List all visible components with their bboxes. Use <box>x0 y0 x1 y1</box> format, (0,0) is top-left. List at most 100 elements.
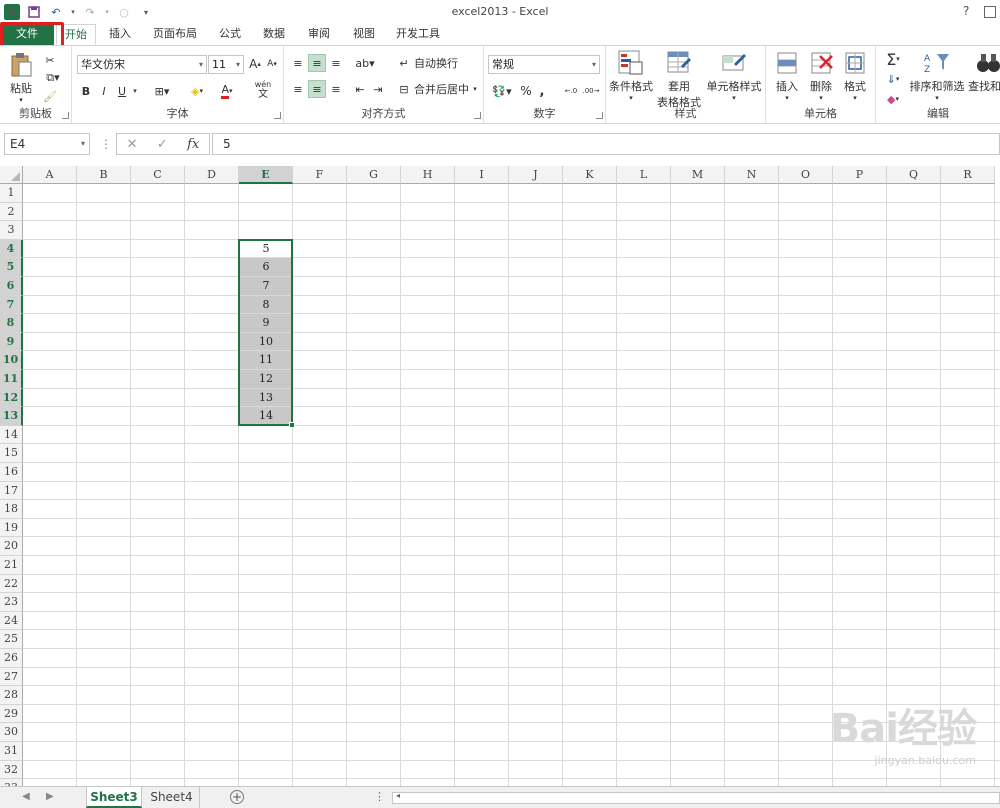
tab-file[interactable]: 文件 <box>0 24 54 45</box>
cell-e7[interactable]: 8 <box>240 295 292 314</box>
wrap-text-icon[interactable]: ↵ <box>396 54 412 72</box>
format-as-table-button[interactable]: 套用 表格格式 <box>654 50 704 110</box>
cell-e12[interactable]: 13 <box>240 388 292 407</box>
align-top-icon[interactable]: ≡ <box>290 54 306 72</box>
row-header-28[interactable]: 28 <box>0 686 23 705</box>
cell-e8[interactable]: 9 <box>240 314 292 332</box>
cancel-icon[interactable]: ✕ <box>127 137 138 152</box>
row-header-17[interactable]: 17 <box>0 481 23 501</box>
row-header-4[interactable]: 4 <box>0 239 23 259</box>
column-header-f[interactable]: F <box>293 166 347 184</box>
underline-dropdown-icon[interactable]: ▾ <box>130 82 140 100</box>
cell-e10[interactable]: 11 <box>240 351 292 369</box>
underline-button[interactable]: U <box>114 82 130 100</box>
row-header-15[interactable]: 15 <box>0 444 23 463</box>
paste-button[interactable]: 粘贴 ▾ <box>6 52 36 104</box>
align-right-icon[interactable]: ≡ <box>328 80 344 98</box>
row-header-16[interactable]: 16 <box>0 463 23 482</box>
sort-filter-button[interactable]: AZ 排序和筛选 ▾ <box>906 50 968 102</box>
sheet-next-icon[interactable]: ▶ <box>46 791 54 802</box>
cut-icon[interactable]: ✂ <box>42 52 58 68</box>
orientation-icon[interactable]: ab▾ <box>352 54 378 72</box>
merge-center-icon[interactable]: ⊟ <box>396 80 412 98</box>
row-header-1[interactable]: 1 <box>0 184 23 203</box>
clipboard-launcher-icon[interactable] <box>62 112 69 119</box>
cell-e4[interactable]: 5 <box>240 240 292 258</box>
percent-style-button[interactable]: % <box>518 82 534 100</box>
column-header-j[interactable]: J <box>509 166 563 184</box>
row-header-23[interactable]: 23 <box>0 593 23 612</box>
row-header-31[interactable]: 31 <box>0 742 23 761</box>
tab-home[interactable]: 开始 <box>56 24 96 45</box>
row-header-24[interactable]: 24 <box>0 611 23 631</box>
decrease-indent-icon[interactable]: ⇤ <box>352 80 368 98</box>
insert-function-icon[interactable]: fx <box>187 137 199 152</box>
borders-icon[interactable]: ⊞▾ <box>150 82 174 100</box>
row-header-3[interactable]: 3 <box>0 221 23 240</box>
row-header-20[interactable]: 20 <box>0 537 23 556</box>
formula-input[interactable]: 5 <box>212 133 1000 155</box>
column-header-l[interactable]: L <box>617 166 671 184</box>
align-bottom-icon[interactable]: ≡ <box>328 54 344 72</box>
number-launcher-icon[interactable] <box>596 112 603 119</box>
merge-dropdown-icon[interactable]: ▾ <box>470 80 480 98</box>
cell-e5[interactable]: 6 <box>240 258 292 276</box>
tab-data[interactable]: 数据 <box>254 24 294 45</box>
enter-icon[interactable]: ✓ <box>157 137 168 152</box>
phonetic-guide-icon[interactable]: wén 文 <box>250 76 276 104</box>
tab-page-layout[interactable]: 页面布局 <box>146 24 204 45</box>
column-header-p[interactable]: P <box>833 166 887 184</box>
scroll-left-icon[interactable]: ◂ <box>396 791 400 800</box>
select-all-button[interactable] <box>0 166 23 184</box>
alignment-launcher-icon[interactable] <box>474 112 481 119</box>
row-header-21[interactable]: 21 <box>0 556 23 575</box>
column-header-a[interactable]: A <box>23 166 77 184</box>
fill-handle[interactable] <box>289 421 295 428</box>
shrink-font-button[interactable]: A ▾ <box>265 55 279 73</box>
tab-insert[interactable]: 插入 <box>100 24 140 45</box>
column-header-d[interactable]: D <box>185 166 239 184</box>
conditional-formatting-button[interactable]: 条件格式 ▾ <box>608 50 654 102</box>
font-size-combo[interactable]: 11 ▾ <box>208 55 244 74</box>
column-header-k[interactable]: K <box>563 166 617 184</box>
font-launcher-icon[interactable] <box>274 112 281 119</box>
row-header-2[interactable]: 2 <box>0 202 23 222</box>
row-header-19[interactable]: 19 <box>0 518 23 538</box>
find-select-button[interactable]: 查找和选 <box>968 50 1000 94</box>
column-header-g[interactable]: G <box>347 166 401 184</box>
increase-indent-icon[interactable]: ⇥ <box>370 80 386 98</box>
bold-button[interactable]: B <box>78 82 94 100</box>
format-painter-icon[interactable]: 🖌 <box>42 88 58 104</box>
row-header-25[interactable]: 25 <box>0 630 23 649</box>
decrease-decimal-icon[interactable]: .00→ <box>582 82 600 100</box>
row-header-13[interactable]: 13 <box>0 407 23 426</box>
cell-e11[interactable]: 12 <box>240 370 292 388</box>
row-header-32[interactable]: 32 <box>0 760 23 780</box>
row-header-7[interactable]: 7 <box>0 295 23 315</box>
row-header-9[interactable]: 9 <box>0 332 23 352</box>
font-name-combo[interactable]: 华文仿宋 ▾ <box>77 55 207 74</box>
column-header-o[interactable]: O <box>779 166 833 184</box>
align-center-icon[interactable]: ≡ <box>308 80 326 98</box>
name-box[interactable]: E4 ▾ <box>4 133 90 155</box>
tab-review[interactable]: 审阅 <box>299 24 339 45</box>
help-icon[interactable]: ? <box>963 4 969 18</box>
insert-cells-button[interactable]: 插入 ▾ <box>770 50 804 102</box>
autosum-button[interactable]: Σ ▾ <box>882 50 904 69</box>
column-header-e[interactable]: E <box>239 166 293 184</box>
column-header-r[interactable]: R <box>941 166 995 184</box>
worksheet-grid[interactable]: A B C D E F G H I J K L M N O P Q R 1 2 3 4 5 6 7 8 9 10 11 12 13 14 15 1… <box>0 166 1000 786</box>
accounting-format-icon[interactable]: 💱▾ <box>490 82 514 100</box>
comma-style-button[interactable]: , <box>536 82 548 100</box>
row-header-30[interactable]: 30 <box>0 723 23 742</box>
cell-e13[interactable]: 14 <box>240 407 292 425</box>
cell-styles-button[interactable]: 单元格样式 ▾ <box>704 50 764 102</box>
row-header-6[interactable]: 6 <box>0 277 23 296</box>
row-header-12[interactable]: 12 <box>0 388 23 408</box>
tab-splitter-icon[interactable]: ⋮ <box>374 790 385 803</box>
wrap-text-button[interactable]: 自动换行 <box>414 54 458 72</box>
row-header-11[interactable]: 11 <box>0 370 23 389</box>
fill-icon[interactable]: ⇓ ▾ <box>882 70 904 88</box>
column-header-b[interactable]: B <box>77 166 131 184</box>
cell-e9[interactable]: 10 <box>240 332 292 351</box>
